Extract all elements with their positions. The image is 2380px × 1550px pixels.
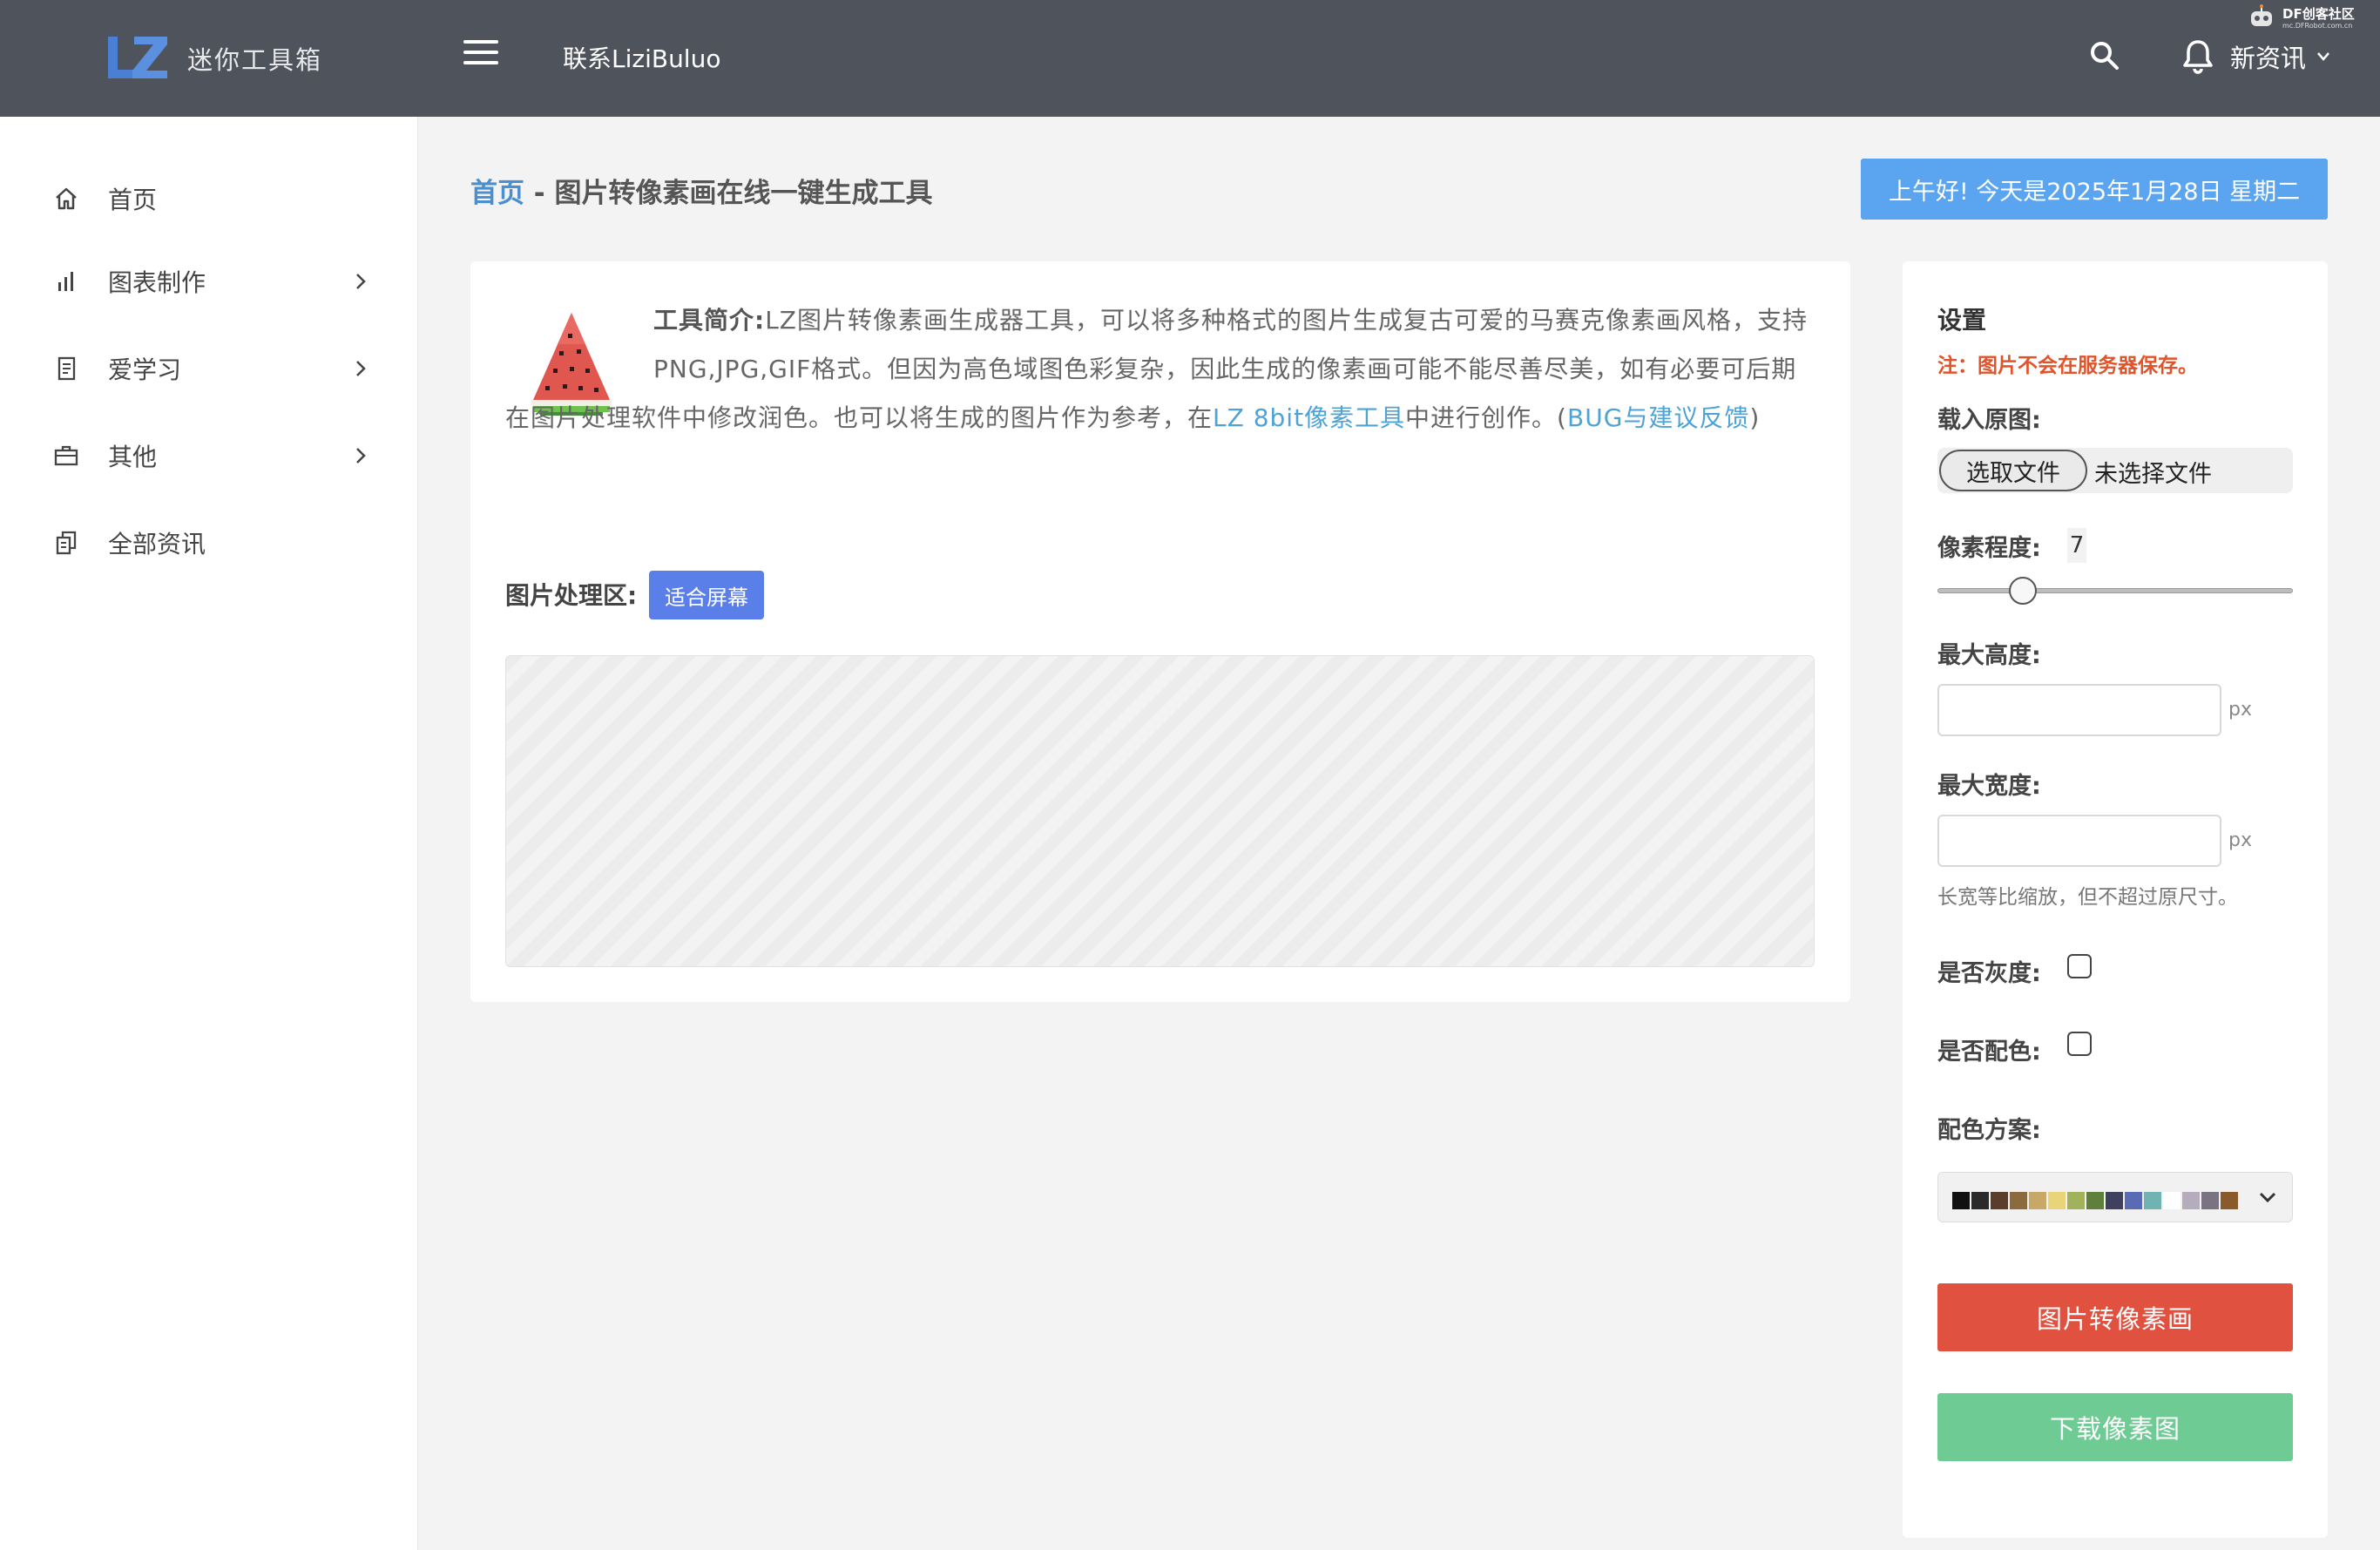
intro-text-3: ) bbox=[1749, 403, 1761, 432]
palette-swatch bbox=[2221, 1192, 2238, 1209]
news-label: 新资讯 bbox=[2230, 44, 2307, 73]
palette-swatch bbox=[1991, 1192, 2008, 1209]
palette-swatch bbox=[1971, 1192, 1989, 1209]
chevron-right-icon bbox=[356, 448, 366, 464]
palette-swatch bbox=[2029, 1192, 2046, 1209]
intro-text-2: 中进行创作。( bbox=[1405, 403, 1567, 432]
sidebar-item-learn[interactable]: 爱学习 bbox=[51, 342, 373, 395]
bar-chart-icon bbox=[51, 266, 82, 297]
max-height-input[interactable] bbox=[1937, 684, 2221, 736]
ratio-hint: 长宽等比缩放，但不超过原尺寸。 bbox=[1937, 886, 2238, 909]
chevron-down-icon bbox=[2317, 52, 2329, 61]
breadcrumb: 首页 - 图片转像素画在线一键生成工具 bbox=[470, 171, 932, 210]
logo-icon[interactable] bbox=[106, 35, 169, 80]
bell-icon[interactable] bbox=[2182, 38, 2217, 77]
sidebar bbox=[0, 117, 418, 1550]
convert-button[interactable]: 图片转像素画 bbox=[1937, 1283, 2293, 1351]
palette-swatch bbox=[2163, 1192, 2181, 1209]
grayscale-label: 是否灰度: bbox=[1937, 960, 2041, 987]
copy-icon bbox=[51, 527, 82, 558]
palette-swatch bbox=[2048, 1192, 2066, 1209]
palette-swatch bbox=[2086, 1192, 2104, 1209]
sidebar-item-all-news[interactable]: 全部资讯 bbox=[51, 517, 373, 569]
sidebar-item-charts[interactable]: 图表制作 bbox=[51, 255, 373, 308]
robot-logo-icon bbox=[2251, 4, 2272, 26]
chevron-right-icon bbox=[356, 274, 366, 289]
palette-swatch bbox=[2201, 1192, 2219, 1209]
sidebar-item-label: 其他 bbox=[108, 443, 158, 471]
contact-link[interactable]: 联系LiziBuluo bbox=[563, 40, 720, 75]
palette-enable-checkbox[interactable] bbox=[2067, 1032, 2092, 1056]
sidebar-item-other[interactable]: 其他 bbox=[51, 430, 373, 482]
palette-swatch bbox=[2125, 1192, 2142, 1209]
palette-swatch bbox=[1952, 1192, 1970, 1209]
palette-swatch bbox=[2182, 1192, 2200, 1209]
palette-swatch bbox=[2010, 1192, 2027, 1209]
image-canvas[interactable] bbox=[505, 655, 1815, 967]
breadcrumb-separator: - bbox=[524, 178, 555, 209]
intro-title: 工具简介: bbox=[653, 306, 766, 335]
chevron-right-icon bbox=[356, 361, 366, 376]
sidebar-item-label: 爱学习 bbox=[108, 355, 182, 384]
max-width-label: 最大宽度: bbox=[1937, 773, 2041, 800]
watermark: DF创客社区 mc.DFRobot.com.cn bbox=[2246, 3, 2355, 33]
palette-swatch bbox=[2144, 1192, 2161, 1209]
search-icon[interactable] bbox=[2089, 40, 2124, 75]
palette-swatch bbox=[2067, 1192, 2085, 1209]
breadcrumb-home-link[interactable]: 首页 bbox=[470, 178, 524, 209]
grayscale-checkbox[interactable] bbox=[2067, 954, 2092, 978]
file-status: 未选择文件 bbox=[2094, 461, 2212, 488]
settings-title: 设置 bbox=[1937, 306, 1987, 335]
max-width-input[interactable] bbox=[1937, 815, 2221, 867]
greeting-badge: 上午好! 今天是2025年1月28日 星期二 bbox=[1861, 159, 2328, 220]
privacy-note: 注：图片不会在服务器保存。 bbox=[1937, 355, 2198, 377]
watermark-title: DF创客社区 bbox=[2282, 5, 2355, 22]
sidebar-item-label: 首页 bbox=[108, 186, 158, 214]
home-icon bbox=[51, 183, 82, 214]
pixel-level-slider-handle[interactable] bbox=[2008, 577, 2037, 605]
download-button[interactable]: 下载像素图 bbox=[1937, 1393, 2293, 1461]
news-dropdown[interactable]: 新资讯 bbox=[2230, 38, 2330, 75]
pixel-level-label: 像素程度: bbox=[1937, 535, 2041, 562]
feedback-link[interactable]: BUG与建议反馈 bbox=[1567, 403, 1749, 432]
max-height-label: 最大高度: bbox=[1937, 642, 2041, 669]
palette-scheme-label: 配色方案: bbox=[1937, 1117, 2041, 1144]
palette-swatch bbox=[2106, 1192, 2123, 1209]
palette-swatches bbox=[1952, 1192, 2238, 1209]
watermark-subtitle: mc.DFRobot.com.cn bbox=[2282, 21, 2353, 30]
pixel-tool-link[interactable]: LZ 8bit像素工具 bbox=[1213, 403, 1405, 432]
px-unit: px bbox=[2228, 699, 2252, 721]
pixel-level-slider[interactable] bbox=[1937, 588, 2293, 593]
document-icon bbox=[51, 353, 82, 384]
sidebar-item-label: 图表制作 bbox=[108, 268, 206, 297]
workspace-label: 图片处理区: bbox=[505, 581, 638, 610]
sidebar-item-home[interactable]: 首页 bbox=[51, 173, 373, 225]
top-header: 迷你工具箱 联系LiziBuluo 新资讯 DF创客社区 mc.DFRobot.… bbox=[0, 0, 2380, 117]
chevron-down-icon bbox=[2259, 1192, 2276, 1203]
sidebar-item-label: 全部资讯 bbox=[108, 530, 206, 558]
fit-screen-button[interactable]: 适合屏幕 bbox=[649, 571, 764, 619]
pixel-level-value: 7 bbox=[2067, 528, 2086, 563]
px-unit: px bbox=[2228, 829, 2252, 851]
load-image-label: 载入原图: bbox=[1937, 407, 2041, 434]
briefcase-icon bbox=[51, 440, 82, 471]
tool-intro: 工具简介:LZ图片转像素画生成器工具，可以将多种格式的图片生成复古可爱的马赛克像… bbox=[505, 296, 1812, 443]
palette-enable-label: 是否配色: bbox=[1937, 1039, 2041, 1066]
hamburger-menu-icon[interactable] bbox=[463, 40, 498, 68]
choose-file-button[interactable]: 选取文件 bbox=[1939, 450, 2087, 491]
palette-select[interactable] bbox=[1937, 1172, 2293, 1222]
logo-text[interactable]: 迷你工具箱 bbox=[187, 40, 322, 77]
page-title: 图片转像素画在线一键生成工具 bbox=[554, 178, 933, 209]
